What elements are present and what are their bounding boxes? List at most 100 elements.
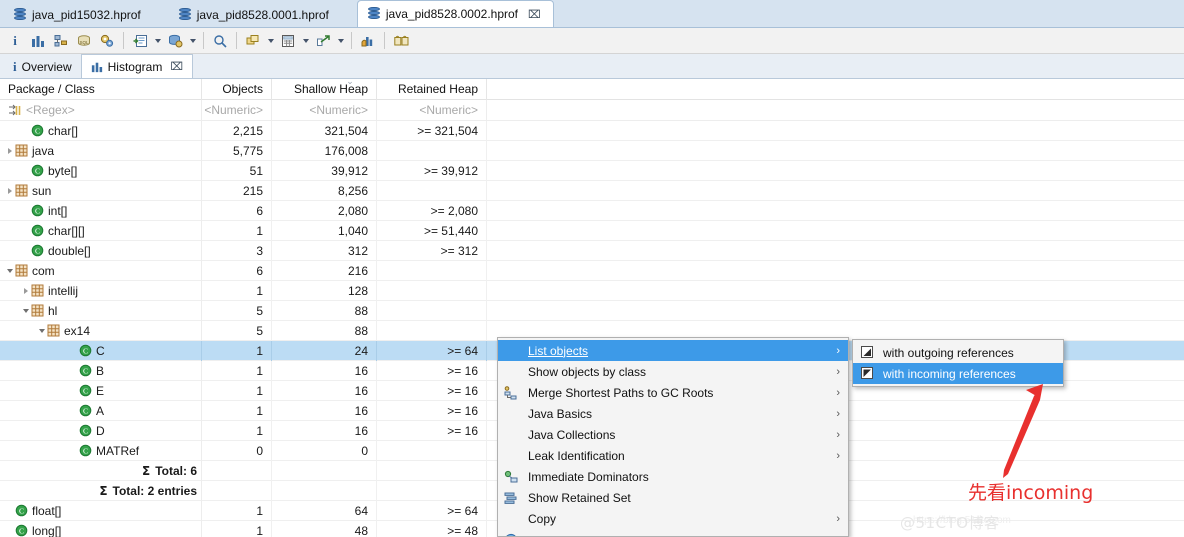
filter-cell-shallow[interactable]: <Numeric> [272, 99, 377, 121]
globe-icon [504, 533, 518, 536]
menu-item-show-objects-by-class[interactable]: Show objects by class › [498, 361, 848, 382]
menu-item-java-collections[interactable]: Java Collections › [498, 424, 848, 445]
class-icon: C [31, 164, 44, 177]
tab-overview[interactable]: i Overview [4, 55, 81, 78]
menu-item-partial[interactable] [498, 529, 848, 536]
cell-retained-heap: >= 64 [377, 340, 487, 361]
menu-item-label: Merge Shortest Paths to GC Roots [528, 385, 714, 400]
close-icon[interactable]: ⌧ [170, 60, 183, 73]
open-query-browser-dropdown-icon[interactable] [152, 30, 163, 52]
editor-tab-java_pid8528-0001[interactable]: java_pid8528.0001.hprof [168, 3, 341, 27]
chevron-right-icon: › [836, 449, 840, 462]
row-label: char[] [48, 123, 79, 138]
histogram-icon[interactable] [27, 30, 49, 52]
class-icon: C [79, 344, 92, 357]
cell-retained-heap [377, 140, 487, 161]
calculator-icon[interactable] [277, 30, 299, 52]
shallow-heap-value: 16 [354, 363, 368, 378]
chevron-right-icon[interactable] [4, 181, 15, 201]
submenu-item-with-incoming-references[interactable]: with incoming references [853, 363, 1063, 384]
run-expert-system-dropdown-icon[interactable] [187, 30, 198, 52]
table-row[interactable]: hl 5 88 [0, 300, 1184, 321]
row-label: sun [32, 183, 52, 198]
menu-item-merge-shortest-paths-to-gc-roots[interactable]: Merge Shortest Paths to GC Roots › [498, 382, 848, 403]
chevron-right-icon[interactable] [20, 281, 31, 301]
cell-package-class: sun [0, 180, 202, 201]
sum-icon: Σ [99, 483, 108, 498]
cell-objects: 1 [202, 220, 272, 241]
svg-text:C: C [83, 446, 88, 455]
editor-tab-java_pid8528-0002[interactable]: java_pid8528.0002.hprof ⌧ [356, 0, 554, 27]
filter-cell-regex[interactable]: <Regex> [0, 99, 202, 121]
cell-shallow-heap: 176,008 [272, 140, 377, 161]
class-icon: C [79, 424, 92, 437]
svg-text:C: C [19, 526, 24, 535]
row-label: Total: 6 [155, 463, 197, 478]
menu-item-java-basics[interactable]: Java Basics › [498, 403, 848, 424]
heap-dump-overview-icon[interactable]: i [4, 30, 26, 52]
compare-snapshot-icon[interactable] [390, 30, 412, 52]
search-icon[interactable] [209, 30, 231, 52]
column-header-objects[interactable]: Objects [202, 79, 272, 100]
run-expert-system-icon[interactable] [164, 30, 186, 52]
table-row[interactable]: sun 215 8,256 [0, 180, 1184, 201]
cell-shallow-heap [272, 460, 377, 481]
submenu-item-with-outgoing-references[interactable]: with outgoing references [853, 342, 1063, 363]
shallow-heap-value: 312 [347, 243, 368, 258]
table-row[interactable]: Cbyte[] 51 39,912 >= 39,912 [0, 160, 1184, 181]
group-result-icon[interactable] [242, 30, 264, 52]
cell-retained-heap [377, 260, 487, 281]
menu-item-copy[interactable]: Copy › [498, 508, 848, 529]
menu-item-show-retained-set[interactable]: Show Retained Set [498, 487, 848, 508]
cell-shallow-heap: 321,504 [272, 120, 377, 141]
oql-icon[interactable]: SQL [73, 30, 95, 52]
row-label: Total: 2 entries [112, 483, 197, 498]
row-label: E [96, 383, 105, 398]
table-row[interactable]: Cchar[][] 1 1,040 >= 51,440 [0, 220, 1184, 241]
chevron-right-icon[interactable] [4, 141, 15, 161]
dominator-tree-icon[interactable] [50, 30, 72, 52]
column-header-retained-heap[interactable]: Retained Heap [377, 79, 487, 100]
table-row[interactable]: Cchar[] 2,215 321,504 >= 321,504 [0, 120, 1184, 141]
cell-retained-heap: >= 39,912 [377, 160, 487, 181]
chevron-down-icon[interactable] [36, 321, 47, 341]
cell-objects: 1 [202, 420, 272, 441]
table-row[interactable]: intellij 1 128 [0, 280, 1184, 301]
cell-shallow-heap: 16 [272, 420, 377, 441]
column-header-shallow-heap[interactable]: Shallow Heap [272, 79, 377, 100]
editor-tab-java_pid15032[interactable]: java_pid15032.hprof [4, 3, 153, 27]
tab-histogram[interactable]: Histogram ⌧ [80, 54, 194, 78]
group-result-dropdown-icon[interactable] [265, 30, 276, 52]
chevron-down-icon[interactable] [20, 301, 31, 321]
menu-item-immediate-dominators[interactable]: Immediate Dominators [498, 466, 848, 487]
table-row[interactable]: Cint[] 6 2,080 >= 2,080 [0, 200, 1184, 221]
cell-package-class: CE [0, 380, 202, 401]
table-row[interactable]: java 5,775 176,008 [0, 140, 1184, 161]
table-row[interactable]: Cdouble[] 3 312 >= 312 [0, 240, 1184, 261]
column-header-package-class[interactable]: Package / Class [0, 79, 202, 100]
table-row[interactable]: com 6 216 [0, 260, 1184, 281]
cell-package-class: CA [0, 400, 202, 421]
chevron-down-icon[interactable] [4, 261, 15, 281]
menu-item-leak-identification[interactable]: Leak Identification › [498, 445, 848, 466]
open-query-browser-icon[interactable] [129, 30, 151, 52]
class-icon: C [31, 244, 44, 257]
menu-item-list-objects[interactable]: List objects › [498, 340, 848, 361]
cell-retained-heap [377, 180, 487, 201]
cell-objects [202, 480, 272, 501]
filter-cell-retained[interactable]: <Numeric> [377, 99, 487, 121]
calculator-dropdown-icon[interactable] [300, 30, 311, 52]
svg-text:C: C [83, 346, 88, 355]
inspector-gears-icon[interactable] [96, 30, 118, 52]
close-icon[interactable]: ⌧ [528, 8, 541, 21]
export-icon[interactable] [312, 30, 334, 52]
row-label: intellij [48, 283, 79, 298]
incoming-references-icon [860, 366, 874, 380]
export-dropdown-icon[interactable] [335, 30, 346, 52]
cell-retained-heap [377, 440, 487, 461]
chart-icon[interactable] [357, 30, 379, 52]
filter-cell-objects[interactable]: <Numeric> [202, 99, 272, 121]
cell-shallow-heap: 312 [272, 240, 377, 261]
chevron-right-icon: › [836, 428, 840, 441]
